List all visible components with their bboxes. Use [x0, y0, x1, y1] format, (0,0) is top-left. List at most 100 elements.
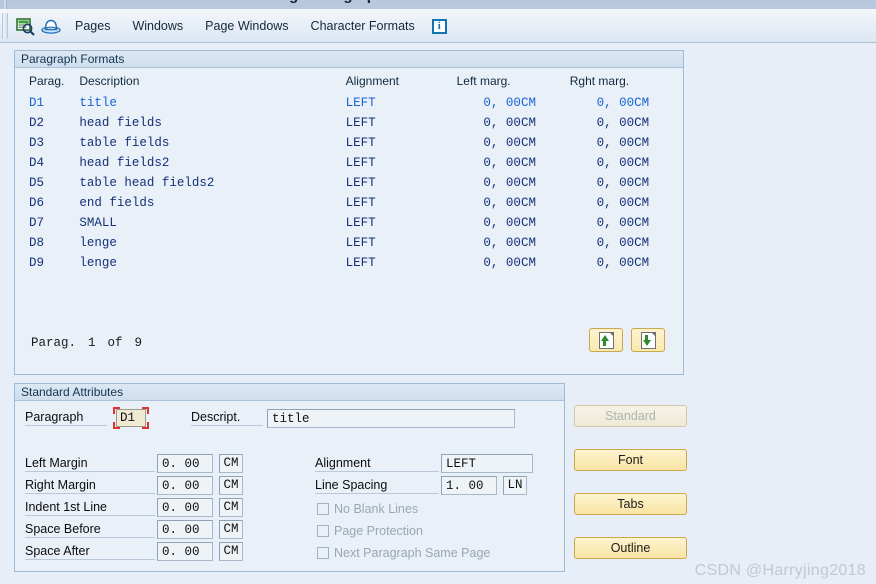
measurement-input[interactable]: 0. 00: [157, 498, 213, 517]
table-row[interactable]: D1 title LEFT 0, 00 CM 0, 00 CM: [15, 93, 683, 113]
menu-windows[interactable]: Windows: [123, 16, 192, 36]
measurement-field-row: Indent 1st Line 0. 00 CM: [25, 498, 243, 517]
cell-right-margin: 0, 00: [596, 116, 635, 130]
cell-parag: D9: [29, 256, 45, 270]
measurement-unit[interactable]: CM: [219, 520, 243, 539]
checkbox-label: No Blank Lines: [334, 502, 419, 516]
cell-description: lenge: [79, 236, 117, 250]
table-row[interactable]: D2 head fields LEFT 0, 00 CM 0, 00 CM: [15, 113, 683, 133]
table-row[interactable]: D3 table fields LEFT 0, 00 CM 0, 00 CM: [15, 133, 683, 153]
checkbox-icon: [317, 547, 329, 559]
measurement-label: Space Before: [25, 522, 155, 538]
cell-description: end fields: [79, 196, 155, 210]
cell-left-unit: CM: [520, 196, 536, 210]
next-paragraph-button[interactable]: [631, 328, 665, 352]
cell-parag: D7: [29, 216, 45, 230]
tabs-button[interactable]: Tabs: [574, 493, 687, 515]
previous-paragraph-button[interactable]: [589, 328, 623, 352]
measurement-unit[interactable]: CM: [219, 454, 243, 473]
descript-input[interactable]: title: [267, 408, 515, 428]
cell-description: table fields: [79, 136, 170, 150]
measurement-label: Right Margin: [25, 478, 155, 494]
print-preview-icon[interactable]: [39, 14, 63, 38]
cell-description: title: [79, 96, 117, 110]
paragraph-formats-panel: Paragraph Formats Parag. Description Ali…: [14, 50, 684, 375]
cell-right-unit: CM: [634, 96, 650, 110]
standard-attributes-title: Standard Attributes: [15, 384, 564, 401]
measurement-unit[interactable]: CM: [219, 476, 243, 495]
checkbox-row: Page Protection: [317, 524, 423, 538]
measurement-input[interactable]: 0. 00: [157, 542, 213, 561]
cell-left-unit: CM: [520, 236, 536, 250]
cell-right-margin: 0, 00: [596, 216, 635, 230]
cell-left-unit: CM: [520, 156, 536, 170]
paragraph-formats-title: Paragraph Formats: [15, 51, 683, 68]
line-spacing-unit[interactable]: LN: [503, 476, 527, 495]
cell-right-unit: CM: [634, 196, 650, 210]
paragraph-nav-buttons: [589, 328, 665, 352]
cell-right-unit: CM: [634, 136, 650, 150]
cell-left-unit: CM: [520, 96, 536, 110]
sap-form-painter-window: Form Painter: Change Paragraph Formats P…: [0, 0, 876, 584]
table-row[interactable]: D7 SMALL LEFT 0, 00 CM 0, 00 CM: [15, 213, 683, 233]
cell-alignment: LEFT: [345, 256, 376, 270]
cell-right-unit: CM: [634, 256, 650, 270]
cell-alignment: LEFT: [345, 216, 376, 230]
table-row[interactable]: D6 end fields LEFT 0, 00 CM 0, 00 CM: [15, 193, 683, 213]
paragraph-formats-rows: D1 title LEFT 0, 00 CM 0, 00 CM D2 head fields LE…: [15, 93, 683, 273]
cell-right-margin: 0, 00: [596, 176, 635, 190]
table-row[interactable]: D4 head fields2 LEFT 0, 00 CM 0, 00 CM: [15, 153, 683, 173]
info-icon[interactable]: i: [427, 14, 451, 38]
menu-pages[interactable]: Pages: [66, 16, 119, 36]
checkbox-icon: [317, 503, 329, 515]
checkbox-icon: [317, 525, 329, 537]
alignment-label: Alignment: [315, 456, 439, 472]
font-button[interactable]: Font: [574, 449, 687, 471]
title-bar-grip: [4, 0, 7, 9]
outline-button[interactable]: Outline: [574, 537, 687, 559]
measurement-field-row: Right Margin 0. 00 CM: [25, 476, 243, 495]
paragraph-formats-footer: Parag. 1 of 9: [15, 322, 683, 374]
cell-parag: D6: [29, 196, 45, 210]
paragraph-label: Paragraph: [25, 410, 107, 426]
cell-left-unit: CM: [520, 216, 536, 230]
cell-right-unit: CM: [634, 236, 650, 250]
alignment-input[interactable]: LEFT: [441, 454, 533, 473]
toolbar-grip[interactable]: [2, 12, 8, 39]
table-row[interactable]: D8 lenge LEFT 0, 00 CM 0, 00 CM: [15, 233, 683, 253]
column-header-rght-marg: Rght marg.: [569, 68, 635, 93]
cell-parag: D8: [29, 236, 45, 250]
cell-parag: D2: [29, 116, 45, 130]
cell-right-margin: 0, 00: [596, 236, 635, 250]
measurement-input[interactable]: 0. 00: [157, 476, 213, 495]
display-icon[interactable]: [13, 14, 37, 38]
paragraph-key-value: D1: [116, 409, 146, 427]
measurement-field-row: Space Before 0. 00 CM: [25, 520, 243, 539]
cell-right-margin: 0, 00: [596, 96, 635, 110]
checkbox-label: Page Protection: [334, 524, 423, 538]
line-spacing-input[interactable]: 1. 00: [441, 476, 497, 495]
cell-right-margin: 0, 00: [596, 156, 635, 170]
table-row[interactable]: D9 lenge LEFT 0, 00 CM 0, 00 CM: [15, 253, 683, 273]
paragraph-key-field[interactable]: D1: [113, 407, 149, 429]
measurement-input[interactable]: 0. 00: [157, 454, 213, 473]
line-spacing-row: Line Spacing 1. 00 LN: [315, 476, 527, 495]
alignment-row: Alignment LEFT: [315, 454, 533, 473]
paragraph-counter-total: 9: [134, 336, 143, 350]
cell-right-unit: CM: [634, 216, 650, 230]
menu-character-formats[interactable]: Character Formats: [302, 16, 424, 36]
cell-left-margin: 0, 00: [483, 256, 521, 270]
menu-page-windows[interactable]: Page Windows: [196, 16, 297, 36]
cell-alignment: LEFT: [345, 136, 376, 150]
measurement-field-row: Left Margin 0. 00 CM: [25, 454, 243, 473]
measurement-unit[interactable]: CM: [219, 542, 243, 561]
paragraph-formats-body: Parag. Description Alignment Left marg. …: [15, 68, 683, 273]
measurement-label: Space After: [25, 544, 155, 560]
cell-left-unit: CM: [520, 136, 536, 150]
cell-alignment: LEFT: [345, 196, 376, 210]
measurement-input[interactable]: 0. 00: [157, 520, 213, 539]
document-up-icon: [598, 331, 614, 349]
table-row[interactable]: D5 table head fields2 LEFT 0, 00 CM 0, 00 CM: [15, 173, 683, 193]
measurement-unit[interactable]: CM: [219, 498, 243, 517]
cell-alignment: LEFT: [345, 116, 376, 130]
